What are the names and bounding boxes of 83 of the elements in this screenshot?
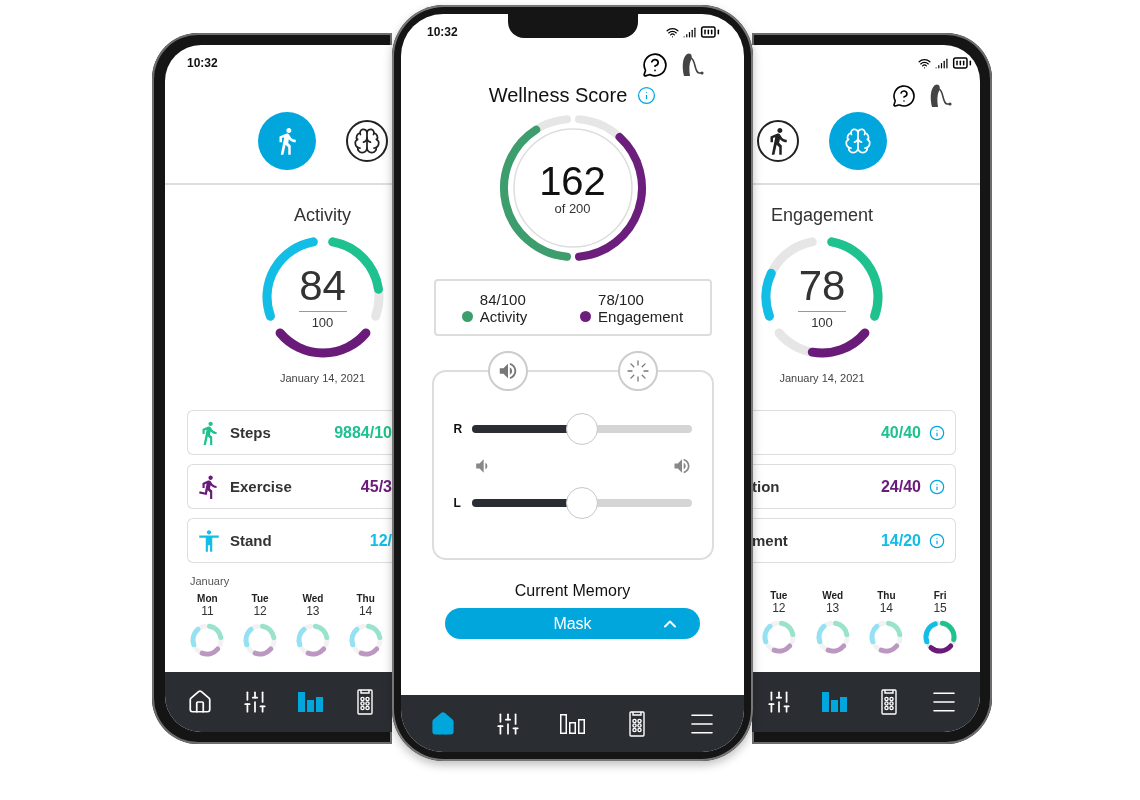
weekday-label: Thu — [877, 590, 896, 601]
category-tab[interactable] — [757, 120, 799, 162]
day-number: 12 — [253, 604, 267, 618]
metric-label: Exercise — [230, 478, 292, 495]
slider-thumb[interactable] — [565, 413, 598, 445]
sliders-icon — [766, 689, 793, 715]
weekday-label: Fri — [933, 590, 947, 601]
help-icon[interactable] — [642, 52, 668, 78]
sliders-icon — [241, 689, 268, 715]
date-text: January 14, 2021 — [779, 372, 865, 384]
remote-icon — [356, 689, 373, 715]
metric-value: 14/20 — [880, 531, 921, 550]
score-value: 84 — [299, 264, 346, 307]
info-icon[interactable] — [929, 424, 945, 441]
summary-label: Engagement — [598, 307, 684, 325]
info-icon[interactable] — [929, 478, 945, 495]
section-title: Engagement — [770, 205, 874, 226]
volume-slider[interactable] — [471, 487, 692, 519]
signal-icon — [683, 25, 696, 39]
wifi-icon — [666, 25, 679, 39]
metric-label: Stand — [230, 532, 272, 549]
bar-chart-icon — [559, 711, 586, 736]
info-icon[interactable] — [637, 86, 657, 105]
wifi-icon — [918, 56, 931, 70]
status-time: 10:32 — [427, 25, 458, 39]
speaker-button[interactable] — [487, 351, 528, 391]
day-number: 14 — [879, 601, 894, 615]
month-label: January — [189, 575, 231, 587]
hearing-aid-icon — [928, 83, 952, 109]
day-number: 14 — [358, 604, 373, 618]
day-number: 12 — [772, 601, 786, 615]
bar-chart-icon — [821, 690, 848, 714]
weekday-label: Mon — [197, 593, 218, 604]
metric-value: 40/40 — [880, 423, 921, 442]
weekday-label: Wed — [822, 590, 844, 601]
date-text: January 14, 2021 — [280, 372, 365, 384]
score-caption: of 200 — [554, 200, 591, 216]
day-number: 13 — [306, 604, 320, 618]
home-icon — [430, 710, 457, 737]
slider-thumb[interactable] — [565, 487, 598, 519]
remote-icon — [880, 689, 897, 715]
metric-value: 24/40 — [880, 477, 921, 496]
home-icon — [186, 689, 213, 715]
summary-value: 84/100 — [478, 290, 526, 308]
score-total: 100 — [811, 314, 833, 330]
bar-chart-icon — [296, 690, 323, 714]
standing-person-icon — [196, 527, 222, 554]
signal-icon — [935, 56, 948, 70]
metric-value: 45/3 — [360, 477, 392, 496]
brain-icon — [844, 127, 872, 155]
weekday-label: Tue — [251, 593, 269, 604]
section-title: Activity — [294, 205, 351, 226]
weekday-label: Wed — [302, 593, 324, 604]
brain-icon — [352, 127, 381, 155]
metric-value: 12/ — [369, 531, 392, 550]
weekday-label: Tue — [770, 590, 788, 601]
weekday-label: Thu — [356, 593, 375, 604]
category-tab[interactable] — [345, 120, 388, 162]
info-icon[interactable] — [929, 532, 945, 549]
metric-label: ment — [752, 532, 788, 549]
volume-slider[interactable] — [471, 413, 692, 445]
remote-icon — [629, 710, 646, 737]
score-value: 162 — [539, 160, 606, 201]
screen-title: Wellness Score — [488, 84, 628, 107]
score-total: 100 — [311, 314, 334, 330]
sliders-icon — [494, 710, 521, 737]
spinner-icon — [625, 359, 650, 383]
slider-label: R — [453, 422, 464, 436]
memory-label: Current Memory — [514, 582, 631, 600]
hearing-aid-icon — [680, 52, 704, 78]
metric-label: tion — [752, 478, 780, 495]
score-value: 78 — [798, 264, 846, 307]
metric-label: Steps — [230, 424, 271, 441]
slider-label: L — [453, 496, 462, 510]
status-time: 10:32 — [187, 56, 218, 70]
day-number: 13 — [825, 601, 840, 615]
help-icon[interactable] — [892, 84, 916, 108]
day-number: 11 — [201, 604, 214, 618]
summary-value: 78/100 — [597, 290, 644, 308]
metric-value: 9884/10 — [334, 423, 392, 442]
memory-dropdown[interactable]: Mask — [445, 608, 700, 639]
day-number: 15 — [933, 601, 947, 615]
summary-label: Activity — [479, 307, 528, 325]
